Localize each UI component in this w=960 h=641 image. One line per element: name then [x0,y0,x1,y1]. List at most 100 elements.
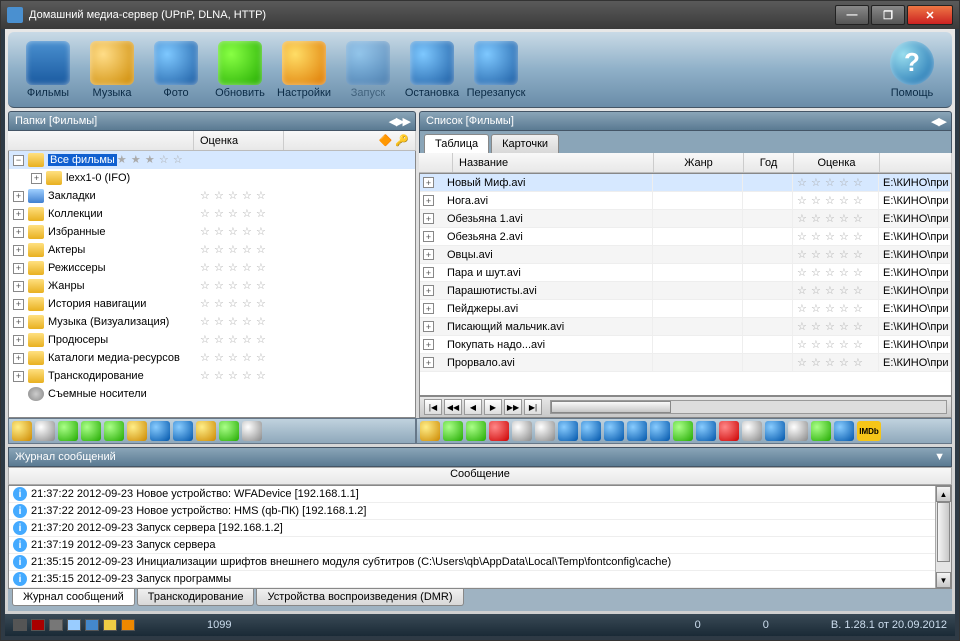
tool-icon[interactable] [558,421,578,441]
file-row[interactable]: +Обезьяна 2.avi☆☆☆☆☆E:\КИНО\при [420,228,951,246]
color-swatch[interactable] [85,619,99,631]
expand-toggle[interactable]: + [13,227,24,238]
file-row[interactable]: +Пейджеры.avi☆☆☆☆☆E:\КИНО\при [420,300,951,318]
tool-icon[interactable] [604,421,624,441]
tree-item[interactable]: +Коллекции☆☆☆☆☆ [9,205,415,223]
file-row[interactable]: +Покупать надо...avi☆☆☆☆☆E:\КИНО\при [420,336,951,354]
log-row[interactable]: i21:37:22 2012-09-23 Новое устройство: W… [9,486,951,503]
color-swatch[interactable] [67,619,81,631]
col-genre[interactable]: Жанр [654,153,744,172]
log-column-header[interactable]: Сообщение [8,467,952,485]
tab-cards[interactable]: Карточки [491,134,559,153]
start-button[interactable]: Запуск [336,41,400,99]
tree-item[interactable]: +История навигации☆☆☆☆☆ [9,295,415,313]
help-button[interactable]: Помощь [880,41,944,99]
stop-button[interactable]: Остановка [400,41,464,99]
expand-toggle[interactable]: + [13,371,24,382]
hscrollbar[interactable] [550,400,947,414]
file-row[interactable]: +Парашютисты.avi☆☆☆☆☆E:\КИНО\при [420,282,951,300]
expand-toggle[interactable]: + [31,173,42,184]
imdb-icon[interactable]: IMDb [857,421,881,441]
expand-toggle[interactable]: + [423,285,434,296]
color-swatch[interactable] [13,619,27,631]
log-rows[interactable]: i21:37:22 2012-09-23 Новое устройство: W… [8,485,952,589]
tool-icon[interactable] [788,421,808,441]
expand-toggle[interactable]: + [13,317,24,328]
close-button[interactable]: ✕ [907,5,953,25]
tree-item[interactable]: Съемные носители [9,385,415,403]
expand-toggle[interactable]: + [423,249,434,260]
nav-next[interactable]: ▶ [484,399,502,415]
tree-item[interactable]: +Режиссеры☆☆☆☆☆ [9,259,415,277]
music-button[interactable]: Музыка [80,41,144,99]
file-row[interactable]: +Прорвало.avi☆☆☆☆☆E:\КИНО\при [420,354,951,372]
tree-item[interactable]: +Транскодирование☆☆☆☆☆ [9,367,415,385]
tab-dmr[interactable]: Устройства воспроизведения (DMR) [256,589,463,606]
settings-button[interactable]: Настройки [272,41,336,99]
maximize-button[interactable]: ❐ [871,5,905,25]
panel-collapse-icon[interactable]: ▼ [934,451,945,463]
tool-icon[interactable] [535,421,555,441]
tree-item[interactable]: +Каталоги медиа-ресурсов☆☆☆☆☆ [9,349,415,367]
expand-toggle[interactable]: + [13,191,24,202]
log-row[interactable]: i21:37:19 2012-09-23 Запуск сервера [9,537,951,554]
films-button[interactable]: Фильмы [16,41,80,99]
expand-toggle[interactable]: + [13,209,24,220]
file-table[interactable]: +Новый Миф.avi☆☆☆☆☆E:\КИНО\при+Нога.avi☆… [419,173,952,396]
log-row[interactable]: i21:35:15 2012-09-23 Запуск программы [9,571,951,588]
tool-icon[interactable] [242,421,262,441]
color-swatch[interactable] [31,619,45,631]
expand-toggle[interactable]: + [13,335,24,346]
tree-item[interactable]: +Продюсеры☆☆☆☆☆ [9,331,415,349]
tool-icon[interactable] [173,421,193,441]
rating-column[interactable]: Оценка [194,131,284,150]
expand-toggle[interactable]: + [423,213,434,224]
expand-toggle[interactable]: − [13,155,24,166]
file-row[interactable]: +Пара и шут.avi☆☆☆☆☆E:\КИНО\при [420,264,951,282]
tree-item[interactable]: +Жанры☆☆☆☆☆ [9,277,415,295]
file-row[interactable]: +Обезьяна 1.avi☆☆☆☆☆E:\КИНО\при [420,210,951,228]
file-row[interactable]: +Новый Миф.avi☆☆☆☆☆E:\КИНО\при [420,174,951,192]
nav-last[interactable]: ▶| [524,399,542,415]
tool-icon[interactable] [512,421,532,441]
tab-table[interactable]: Таблица [424,134,489,153]
tool-icon[interactable] [765,421,785,441]
file-row[interactable]: +Овцы.avi☆☆☆☆☆E:\КИНО\при [420,246,951,264]
vscrollbar[interactable]: ▲ ▼ [935,486,951,588]
tool-icon[interactable] [81,421,101,441]
tool-icon[interactable] [466,421,486,441]
nav-first[interactable]: |◀ [424,399,442,415]
nav-next-page[interactable]: ▶▶ [504,399,522,415]
panel-collapse-icon[interactable]: ◀ ▶ [931,115,945,128]
log-row[interactable]: i21:37:22 2012-09-23 Новое устройство: H… [9,503,951,520]
tool-icon[interactable] [420,421,440,441]
expand-toggle[interactable]: + [13,281,24,292]
nav-prev-page[interactable]: ◀◀ [444,399,462,415]
expand-toggle[interactable]: + [423,303,434,314]
color-swatch[interactable] [103,619,117,631]
scroll-down[interactable]: ▼ [936,572,951,588]
color-swatch[interactable] [49,619,63,631]
tab-log[interactable]: Журнал сообщений [12,589,135,606]
folder-tree[interactable]: −Все фильмы★★★☆☆+lexx1-0 (IFO)+Закладки☆… [8,151,416,418]
expand-toggle[interactable]: + [423,321,434,332]
tool-icon[interactable] [581,421,601,441]
expand-toggle[interactable]: + [423,231,434,242]
tool-icon[interactable] [696,421,716,441]
tool-icon[interactable] [811,421,831,441]
col-year[interactable]: Год [744,153,794,172]
tool-icon[interactable] [742,421,762,441]
expand-toggle[interactable]: + [13,263,24,274]
tree-item[interactable]: −Все фильмы★★★☆☆ [9,151,415,169]
panel-collapse-icon[interactable]: ◀ ▶▶ [389,115,409,128]
tool-icon[interactable] [104,421,124,441]
titlebar[interactable]: Домашний медиа-сервер (UPnP, DLNA, HTTP)… [1,1,959,29]
tree-item[interactable]: +Музыка (Визуализация)☆☆☆☆☆ [9,313,415,331]
file-row[interactable]: +Писающий мальчик.avi☆☆☆☆☆E:\КИНО\при [420,318,951,336]
scroll-thumb[interactable] [937,502,950,562]
file-row[interactable]: +Нога.avi☆☆☆☆☆E:\КИНО\при [420,192,951,210]
save-icon[interactable] [150,421,170,441]
tool-icon[interactable] [12,421,32,441]
minimize-button[interactable]: — [835,5,869,25]
tool-icon[interactable] [673,421,693,441]
